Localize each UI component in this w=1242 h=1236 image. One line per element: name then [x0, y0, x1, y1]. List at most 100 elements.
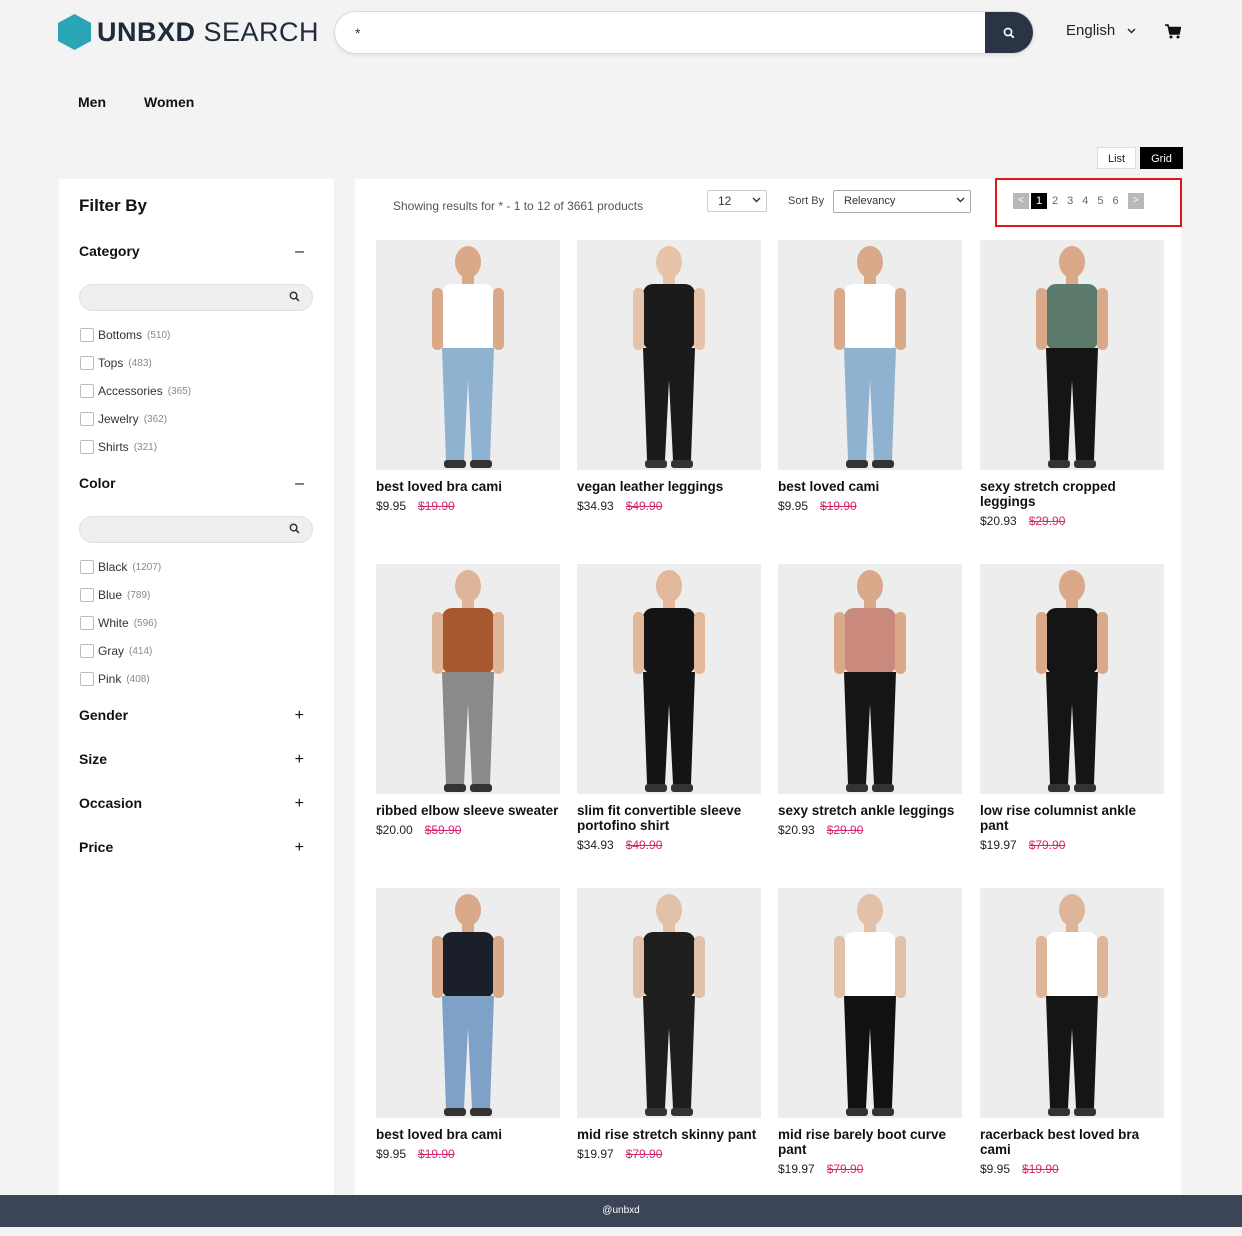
product-image[interactable] [980, 240, 1164, 470]
product-card[interactable]: mid rise barely boot curve pant $19.97 $79… [778, 888, 962, 1176]
logo[interactable]: UNBXD SEARCH [58, 14, 319, 50]
facet-item-blue[interactable]: Blue (789) [80, 581, 161, 609]
product-card[interactable]: mid rise stretch skinny pant $19.97 $79.90 [577, 888, 761, 1161]
product-name[interactable]: slim fit convertible sleeve portofino sh… [577, 803, 761, 833]
checkbox[interactable] [80, 412, 94, 426]
product-image[interactable] [577, 564, 761, 794]
facet-header-price[interactable]: Price + [79, 839, 309, 857]
checkbox[interactable] [80, 644, 94, 658]
product-prices: $20.00 $59.90 [376, 823, 560, 837]
product-card[interactable]: slim fit convertible sleeve portofino sh… [577, 564, 761, 852]
product-image[interactable] [577, 888, 761, 1118]
facet-name: Price [79, 839, 114, 855]
product-original-price: $79.90 [1028, 838, 1066, 852]
product-name[interactable]: best loved bra cami [376, 1127, 560, 1142]
facet-header-category[interactable]: Category – [79, 243, 309, 261]
checkbox[interactable] [80, 672, 94, 686]
product-image[interactable] [778, 888, 962, 1118]
page-6[interactable]: 6 [1113, 195, 1119, 207]
product-card[interactable]: sexy stretch ankle leggings $20.93 $29.90 [778, 564, 962, 837]
facet-item-black[interactable]: Black (1207) [80, 553, 161, 581]
facet-item-shirts[interactable]: Shirts (321) [80, 433, 191, 461]
product-name[interactable]: sexy stretch cropped leggings [980, 479, 1164, 509]
list-view-button[interactable]: List [1097, 147, 1137, 169]
prev-page-button[interactable]: < [1013, 193, 1029, 209]
facet-item-gray[interactable]: Gray (414) [80, 637, 161, 665]
filter-sidebar: Filter By Category – Bottoms (510) Tops (4… [59, 179, 334, 1195]
category-search [79, 284, 313, 311]
checkbox[interactable] [80, 588, 94, 602]
page-1[interactable]: 1 [1031, 193, 1047, 209]
facet-header-gender[interactable]: Gender + [79, 707, 309, 725]
page-2[interactable]: 2 [1052, 195, 1058, 207]
checkbox[interactable] [80, 356, 94, 370]
product-name[interactable]: best loved cami [778, 479, 962, 494]
product-image[interactable] [376, 564, 560, 794]
search-input[interactable] [335, 12, 985, 53]
product-name[interactable]: low rise columnist ankle pant [980, 803, 1164, 833]
view-toggle: List Grid [1097, 147, 1183, 169]
facet-item-pink[interactable]: Pink (408) [80, 665, 161, 693]
product-image[interactable] [577, 240, 761, 470]
nav-link-men[interactable]: Men [78, 94, 106, 110]
product-image[interactable] [778, 240, 962, 470]
product-prices: $9.95 $19.90 [376, 499, 560, 513]
product-image[interactable] [778, 564, 962, 794]
checkbox[interactable] [80, 560, 94, 574]
footer: @unbxd [0, 1195, 1242, 1227]
product-name[interactable]: mid rise stretch skinny pant [577, 1127, 761, 1142]
checkbox[interactable] [80, 384, 94, 398]
per-page-select[interactable]: 12 [707, 190, 767, 212]
product-image[interactable] [980, 564, 1164, 794]
checkbox[interactable] [80, 440, 94, 454]
product-card[interactable]: best loved cami $9.95 $19.90 [778, 240, 962, 513]
next-page-button[interactable]: > [1127, 193, 1144, 209]
page-4[interactable]: 4 [1082, 195, 1088, 207]
product-name[interactable]: ribbed elbow sleeve sweater [376, 803, 560, 818]
color-search-input[interactable] [80, 517, 280, 542]
page-5[interactable]: 5 [1097, 195, 1103, 207]
product-original-price: $79.90 [826, 1162, 864, 1176]
grid-view-button[interactable]: Grid [1140, 147, 1183, 169]
facet-item-bottoms[interactable]: Bottoms (510) [80, 321, 191, 349]
color-search [79, 516, 313, 543]
product-image[interactable] [376, 240, 560, 470]
product-original-price: $19.90 [1022, 1162, 1059, 1176]
cart-button[interactable] [1165, 24, 1182, 44]
product-original-price: $19.90 [418, 499, 455, 513]
checkbox[interactable] [80, 328, 94, 342]
product-card[interactable]: racerback best loved bra cami $9.95 $19.90 [980, 888, 1164, 1176]
expand-icon: + [294, 707, 304, 724]
product-card[interactable]: vegan leather leggings $34.93 $49.90 [577, 240, 761, 513]
product-name[interactable]: sexy stretch ankle leggings [778, 803, 962, 818]
facet-item-tops[interactable]: Tops (483) [80, 349, 191, 377]
product-price: $20.93 [778, 823, 815, 837]
product-image[interactable] [980, 888, 1164, 1118]
product-name[interactable]: vegan leather leggings [577, 479, 761, 494]
product-card[interactable]: sexy stretch cropped leggings $20.93 $29.9… [980, 240, 1164, 528]
product-name[interactable]: mid rise barely boot curve pant [778, 1127, 962, 1157]
category-search-input[interactable] [80, 285, 280, 310]
facet-header-size[interactable]: Size + [79, 751, 309, 769]
facet-item-white[interactable]: White (596) [80, 609, 161, 637]
search-button[interactable] [985, 12, 1033, 53]
nav-link-women[interactable]: Women [144, 94, 194, 110]
facet-item-jewelry[interactable]: Jewelry (362) [80, 405, 191, 433]
product-name[interactable]: best loved bra cami [376, 479, 560, 494]
product-image[interactable] [376, 888, 560, 1118]
product-card[interactable]: best loved bra cami $9.95 $19.90 [376, 240, 560, 513]
page-3[interactable]: 3 [1067, 195, 1073, 207]
expand-icon: + [294, 839, 304, 856]
product-original-price: $59.90 [424, 823, 462, 837]
product-price: $20.93 [980, 514, 1017, 528]
facet-header-occasion[interactable]: Occasion + [79, 795, 309, 813]
sort-select[interactable]: Relevancy [833, 190, 971, 213]
product-card[interactable]: low rise columnist ankle pant $19.97 $79.9… [980, 564, 1164, 852]
facet-header-color[interactable]: Color – [79, 475, 309, 493]
language-selector[interactable]: English [1066, 22, 1136, 39]
product-card[interactable]: best loved bra cami $9.95 $19.90 [376, 888, 560, 1161]
product-name[interactable]: racerback best loved bra cami [980, 1127, 1164, 1157]
checkbox[interactable] [80, 616, 94, 630]
facet-item-accessories[interactable]: Accessories (365) [80, 377, 191, 405]
product-card[interactable]: ribbed elbow sleeve sweater $20.00 $59.90 [376, 564, 560, 837]
